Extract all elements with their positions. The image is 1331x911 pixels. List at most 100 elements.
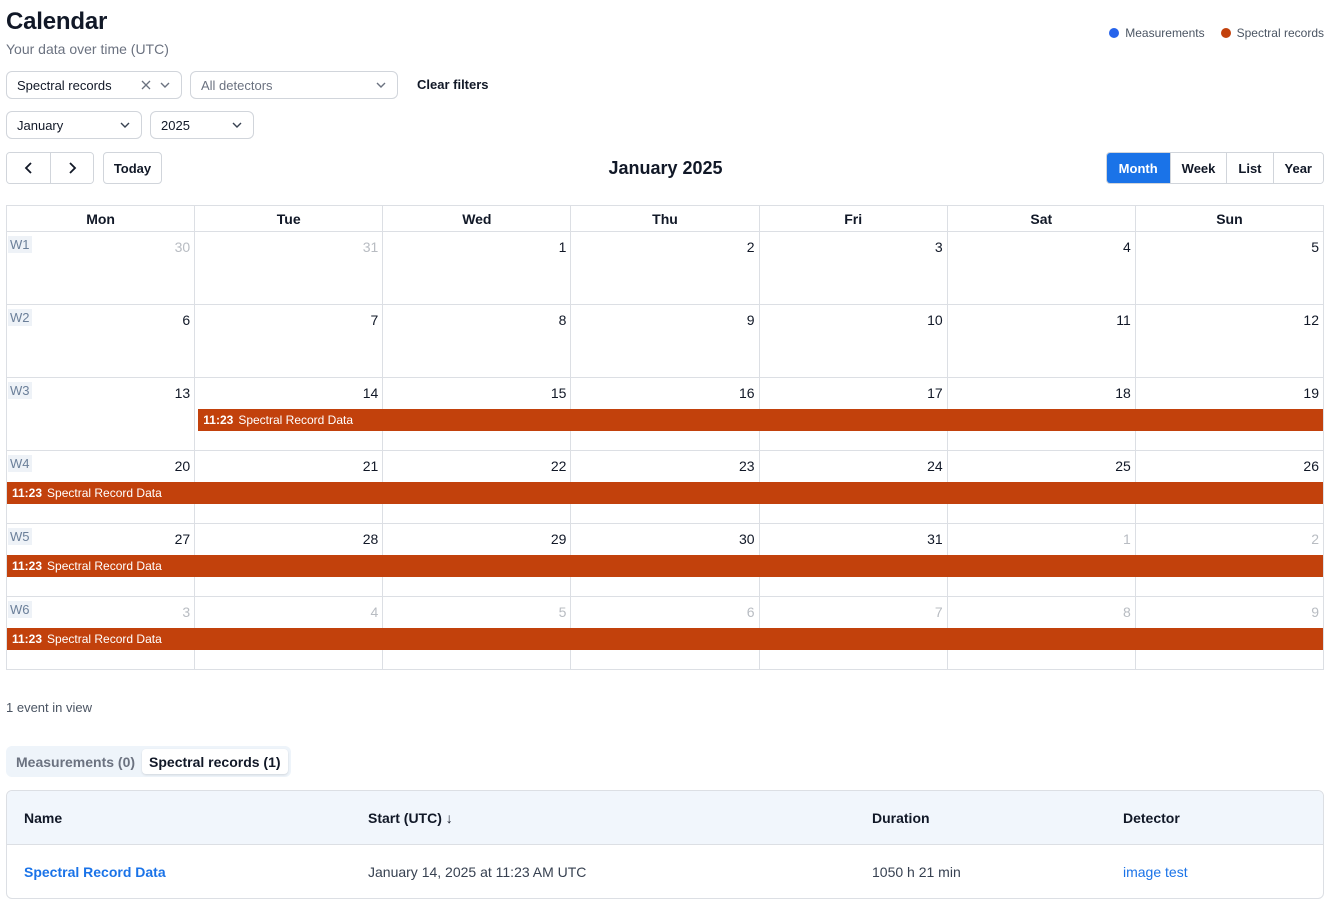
view-list-button[interactable]: List xyxy=(1226,153,1273,183)
type-filter-select[interactable]: Spectral records xyxy=(6,71,182,99)
event-time: 11:23 xyxy=(12,632,43,646)
day-cell[interactable]: 6 W2 xyxy=(7,305,194,377)
week-number[interactable]: W1 xyxy=(8,236,32,253)
view-week-button[interactable]: Week xyxy=(1169,153,1227,183)
next-month-button[interactable] xyxy=(50,153,93,183)
clear-filters-button[interactable]: Clear filters xyxy=(417,77,489,92)
week-number[interactable]: W3 xyxy=(8,382,32,399)
column-header-detector: Detector xyxy=(1123,809,1180,826)
day-cell[interactable]: 8 xyxy=(382,305,570,377)
day-number[interactable]: 2 xyxy=(747,239,755,255)
day-cell[interactable]: 7 xyxy=(194,305,382,377)
day-number[interactable]: 20 xyxy=(175,458,191,474)
day-cell[interactable]: 11 xyxy=(946,305,1135,377)
year-select[interactable]: 2025 xyxy=(150,111,254,139)
day-number[interactable]: 2 xyxy=(1311,531,1319,547)
detector-filter-placeholder: All detectors xyxy=(201,77,273,93)
day-number[interactable]: 7 xyxy=(935,604,943,620)
week-number[interactable]: W5 xyxy=(8,528,32,545)
week-row: 3 W6 4 5 6 7 8 9 11:23 Spectral Record Data xyxy=(7,597,1323,669)
day-cell[interactable]: 5 xyxy=(1134,232,1323,304)
day-cell[interactable]: 30 W1 xyxy=(7,232,194,304)
day-number[interactable]: 3 xyxy=(182,604,190,620)
day-cell[interactable]: 3 xyxy=(758,232,947,304)
day-number[interactable]: 1 xyxy=(1123,531,1131,547)
type-filter-value: Spectral records xyxy=(17,77,112,93)
month-select[interactable]: January xyxy=(6,111,142,139)
day-number[interactable]: 14 xyxy=(363,385,379,401)
calendar-event[interactable]: 11:23 Spectral Record Data xyxy=(7,628,1323,650)
week-row: 27 W5 28 29 30 31 1 2 11:23 Spectral Record Data xyxy=(7,524,1323,597)
day-number[interactable]: 13 xyxy=(175,385,191,401)
day-number[interactable]: 17 xyxy=(927,385,943,401)
day-number[interactable]: 7 xyxy=(370,312,378,328)
clear-icon[interactable] xyxy=(141,80,151,90)
today-button[interactable]: Today xyxy=(103,152,162,184)
day-number[interactable]: 9 xyxy=(747,312,755,328)
day-number[interactable]: 4 xyxy=(1123,239,1131,255)
day-number[interactable]: 11 xyxy=(1116,312,1131,328)
day-number[interactable]: 8 xyxy=(559,312,567,328)
day-number[interactable]: 5 xyxy=(1311,239,1319,255)
week-number[interactable]: W4 xyxy=(8,455,32,472)
day-number[interactable]: 28 xyxy=(363,531,379,547)
day-number[interactable]: 29 xyxy=(551,531,567,547)
calendar-event[interactable]: 11:23 Spectral Record Data xyxy=(7,555,1323,577)
event-time: 11:23 xyxy=(12,559,43,573)
day-number[interactable]: 21 xyxy=(363,458,379,474)
day-number[interactable]: 25 xyxy=(1115,458,1131,474)
day-number[interactable]: 16 xyxy=(739,385,755,401)
day-number[interactable]: 9 xyxy=(1311,604,1319,620)
weekday-sun: Sun xyxy=(1134,206,1323,231)
day-cell[interactable]: 1 xyxy=(382,232,570,304)
day-number[interactable]: 30 xyxy=(739,531,755,547)
day-cell[interactable]: 31 xyxy=(194,232,382,304)
column-header-start[interactable]: Start (UTC) ↓ xyxy=(368,810,453,826)
record-start: January 14, 2025 at 11:23 AM UTC xyxy=(368,864,587,880)
day-number[interactable]: 15 xyxy=(551,385,567,401)
tab-spectral-records[interactable]: Spectral records (1) xyxy=(142,749,288,774)
weekday-wed: Wed xyxy=(382,206,570,231)
day-number[interactable]: 4 xyxy=(370,604,378,620)
day-cell[interactable]: 12 xyxy=(1134,305,1323,377)
calendar-event[interactable]: 11:23 Spectral Record Data xyxy=(198,409,1323,431)
day-number[interactable]: 3 xyxy=(935,239,943,255)
record-detector-link[interactable]: image test xyxy=(1123,864,1188,880)
day-number[interactable]: 1 xyxy=(559,239,567,255)
day-number[interactable]: 6 xyxy=(182,312,190,328)
prev-month-button[interactable] xyxy=(7,153,50,183)
tab-measurements[interactable]: Measurements (0) xyxy=(9,749,142,774)
page-subtitle: Your data over time (UTC) xyxy=(6,41,169,57)
day-number[interactable]: 6 xyxy=(747,604,755,620)
week-number[interactable]: W6 xyxy=(8,601,32,618)
record-name-link[interactable]: Spectral Record Data xyxy=(24,864,166,880)
detector-filter-select[interactable]: All detectors xyxy=(190,71,398,99)
day-number[interactable]: 5 xyxy=(559,604,567,620)
day-number[interactable]: 24 xyxy=(927,458,943,474)
day-number[interactable]: 31 xyxy=(927,531,943,547)
day-number[interactable]: 26 xyxy=(1303,458,1319,474)
day-number[interactable]: 10 xyxy=(927,312,943,328)
day-cell[interactable]: 2 xyxy=(570,232,758,304)
day-number[interactable]: 19 xyxy=(1303,385,1319,401)
legend-item-spectral: Spectral records xyxy=(1220,26,1324,40)
day-number[interactable]: 22 xyxy=(551,458,567,474)
week-number[interactable]: W2 xyxy=(8,309,32,326)
day-cell[interactable]: 10 xyxy=(758,305,947,377)
day-number[interactable]: 27 xyxy=(175,531,191,547)
day-number[interactable]: 12 xyxy=(1303,312,1319,328)
weekday-fri: Fri xyxy=(758,206,947,231)
day-number[interactable]: 30 xyxy=(175,239,191,255)
week-row: 30 W1 31 1 2 3 4 5 xyxy=(7,232,1323,305)
calendar-event[interactable]: 11:23 Spectral Record Data xyxy=(7,482,1323,504)
week-row: 20 W4 21 22 23 24 25 26 11:23 Spectral Record Dat… xyxy=(7,451,1323,524)
day-number[interactable]: 23 xyxy=(739,458,755,474)
view-year-button[interactable]: Year xyxy=(1272,153,1323,183)
day-cell[interactable]: 9 xyxy=(570,305,758,377)
view-month-button[interactable]: Month xyxy=(1106,153,1170,183)
day-number[interactable]: 18 xyxy=(1115,385,1131,401)
day-number[interactable]: 31 xyxy=(363,239,379,255)
day-cell[interactable]: 13 W3 xyxy=(7,378,194,450)
day-cell[interactable]: 4 xyxy=(946,232,1135,304)
day-number[interactable]: 8 xyxy=(1123,604,1131,620)
